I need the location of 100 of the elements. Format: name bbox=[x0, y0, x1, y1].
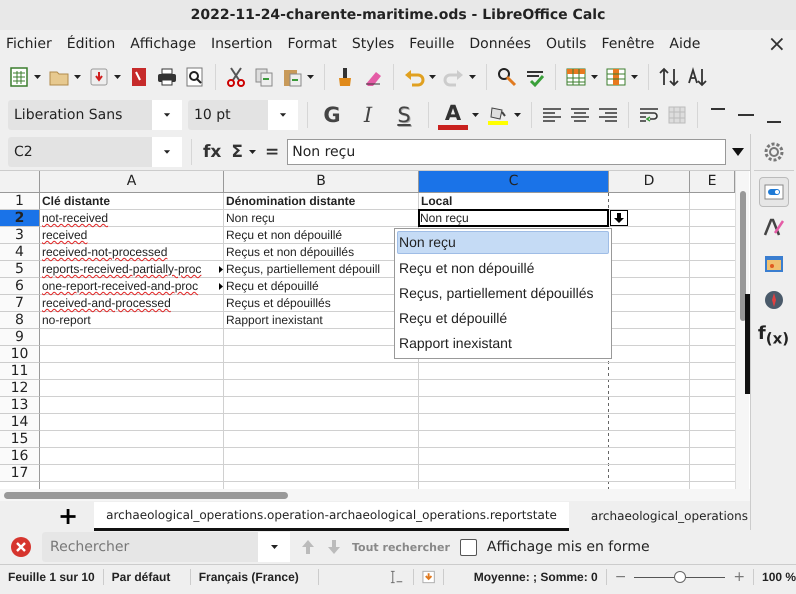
row-header[interactable]: 11 bbox=[0, 363, 40, 380]
sheet-status: Feuille 1 sur 10 bbox=[8, 569, 95, 586]
column-header[interactable]: D bbox=[609, 171, 690, 193]
list-option[interactable]: Reçus, partiellement dépouillés bbox=[395, 281, 611, 306]
caret-icon[interactable] bbox=[306, 73, 315, 81]
table-cell-text: Rapport inexistant bbox=[225, 313, 323, 328]
horizontal-scrollbar[interactable] bbox=[4, 492, 288, 498]
formula-input[interactable]: Non reçu bbox=[287, 139, 726, 165]
checkbox[interactable] bbox=[460, 538, 477, 556]
formula-button[interactable]: = bbox=[263, 142, 282, 162]
new-spreadsheet-icon[interactable] bbox=[8, 66, 30, 88]
function-wizard-button[interactable]: fx bbox=[201, 142, 224, 162]
table-cell-text: received-and-processed bbox=[41, 296, 171, 311]
row-header[interactable]: 15 bbox=[0, 431, 40, 448]
menu-item[interactable]: Styles bbox=[352, 36, 394, 52]
table-cell-text: Reçu et non dépouillé bbox=[225, 228, 342, 243]
vertical-scrollbar[interactable] bbox=[735, 171, 749, 489]
font-size-field[interactable]: 10 pt bbox=[188, 100, 298, 130]
row-header[interactable]: 17 bbox=[0, 465, 40, 482]
caret-icon[interactable] bbox=[471, 111, 480, 119]
table-cell-text: no-report bbox=[41, 313, 91, 328]
menu-item[interactable]: Fenêtre bbox=[601, 36, 654, 52]
save-icon[interactable] bbox=[88, 66, 110, 88]
scissors-icon[interactable] bbox=[225, 66, 247, 88]
row-header[interactable]: 2 bbox=[0, 210, 40, 227]
font-color-button[interactable]: A bbox=[438, 100, 468, 130]
sort-ascending-icon[interactable] bbox=[686, 66, 708, 88]
row-header[interactable]: 6 bbox=[0, 278, 40, 295]
close-icon[interactable] bbox=[10, 536, 32, 558]
table-cell-text: Clé distante bbox=[41, 194, 110, 209]
select-all-corner[interactable] bbox=[0, 171, 40, 193]
menu-item[interactable]: Affichage bbox=[130, 36, 196, 52]
function-label[interactable]: f$_{(x)}$ bbox=[758, 322, 790, 350]
italic-button[interactable]: I bbox=[353, 103, 383, 127]
sort-icon[interactable] bbox=[658, 66, 680, 88]
column-header[interactable]: B bbox=[224, 171, 419, 193]
close-button[interactable]: × bbox=[758, 32, 796, 56]
row-header[interactable]: 7 bbox=[0, 295, 40, 312]
sum-button[interactable]: Σ bbox=[229, 142, 245, 162]
row-header[interactable]: 10 bbox=[0, 346, 40, 363]
menu-item[interactable]: Fichier bbox=[6, 36, 52, 52]
find-replace-icon[interactable] bbox=[496, 66, 518, 88]
print-icon[interactable] bbox=[156, 66, 178, 88]
menu-item[interactable]: Édition bbox=[66, 36, 116, 52]
menu-item[interactable]: Format bbox=[287, 36, 337, 52]
column-header[interactable]: C bbox=[419, 171, 609, 193]
checkbox-label: Affichage mis en forme bbox=[486, 539, 650, 555]
caret-icon[interactable] bbox=[630, 73, 639, 81]
caret-icon[interactable] bbox=[513, 111, 522, 119]
zoom-in-button[interactable]: + bbox=[733, 568, 746, 586]
row-header[interactable]: 5 bbox=[0, 261, 40, 278]
font-name-field[interactable]: Liberation Sans bbox=[8, 100, 182, 130]
row-header[interactable]: 3 bbox=[0, 227, 40, 244]
row-header[interactable]: 16 bbox=[0, 448, 40, 465]
caret-icon[interactable] bbox=[590, 73, 599, 81]
list-option[interactable]: Non reçu bbox=[397, 231, 609, 254]
table-cell: Non reçu bbox=[418, 209, 609, 227]
table-cell-text: Local bbox=[420, 194, 452, 209]
shadow-button[interactable]: S bbox=[389, 103, 419, 127]
row-header[interactable]: 4 bbox=[0, 244, 40, 261]
row-header[interactable]: 14 bbox=[0, 414, 40, 431]
copy-icon[interactable] bbox=[253, 66, 275, 88]
column-header[interactable]: E bbox=[690, 171, 735, 193]
row-header[interactable]: 9 bbox=[0, 329, 40, 346]
caret-icon[interactable] bbox=[33, 73, 42, 81]
caret-icon[interactable] bbox=[73, 73, 82, 81]
menu-item[interactable]: Données bbox=[469, 36, 531, 52]
merge-cells-icon[interactable] bbox=[666, 104, 688, 126]
bold-button[interactable]: G bbox=[317, 103, 347, 127]
row-header[interactable]: 13 bbox=[0, 397, 40, 414]
caret-icon[interactable] bbox=[248, 148, 257, 156]
column-icon[interactable] bbox=[605, 66, 627, 88]
sidebar-collapse-handle[interactable] bbox=[745, 294, 750, 394]
caret-icon[interactable] bbox=[113, 73, 122, 81]
cell-reference-field[interactable]: C2 bbox=[8, 137, 182, 167]
zoom-out-button[interactable]: − bbox=[614, 568, 626, 586]
menu-item[interactable]: Feuille bbox=[409, 36, 454, 52]
menu-item[interactable]: Aide bbox=[669, 36, 700, 52]
table-cell-text: one-report-received-and-proc bbox=[41, 279, 198, 294]
settings-icon[interactable] bbox=[762, 140, 786, 164]
menu-item[interactable]: Outils bbox=[546, 36, 586, 52]
sheet-tab[interactable]: archaeological_operations bbox=[578, 503, 750, 529]
row-header[interactable]: 1 bbox=[0, 193, 40, 210]
caret-icon[interactable] bbox=[468, 73, 477, 81]
caret-icon[interactable] bbox=[428, 73, 437, 81]
row-header[interactable]: 8 bbox=[0, 312, 40, 329]
list-option[interactable]: Reçu et dépouillé bbox=[395, 306, 611, 331]
list-option[interactable]: Rapport inexistant bbox=[395, 331, 611, 356]
zoom-slider-thumb[interactable] bbox=[674, 571, 686, 583]
expand-icon[interactable] bbox=[732, 148, 744, 156]
row-icon[interactable] bbox=[565, 66, 587, 88]
sheet-tab[interactable]: archaeological_operations.operation-archaeological_operations.reportstate bbox=[94, 502, 569, 530]
table-cell-text: Reçu et dépouillé bbox=[225, 279, 319, 294]
menu-item[interactable]: Insertion bbox=[210, 36, 272, 52]
list-option[interactable]: Reçu et non dépouillé bbox=[395, 256, 611, 281]
row-header[interactable]: 12 bbox=[0, 380, 40, 397]
add-sheet-button[interactable]: + bbox=[52, 506, 84, 526]
search-field[interactable]: Rechercher bbox=[42, 532, 258, 562]
column-header[interactable]: A bbox=[40, 171, 224, 193]
caret-icon[interactable] bbox=[270, 543, 278, 551]
